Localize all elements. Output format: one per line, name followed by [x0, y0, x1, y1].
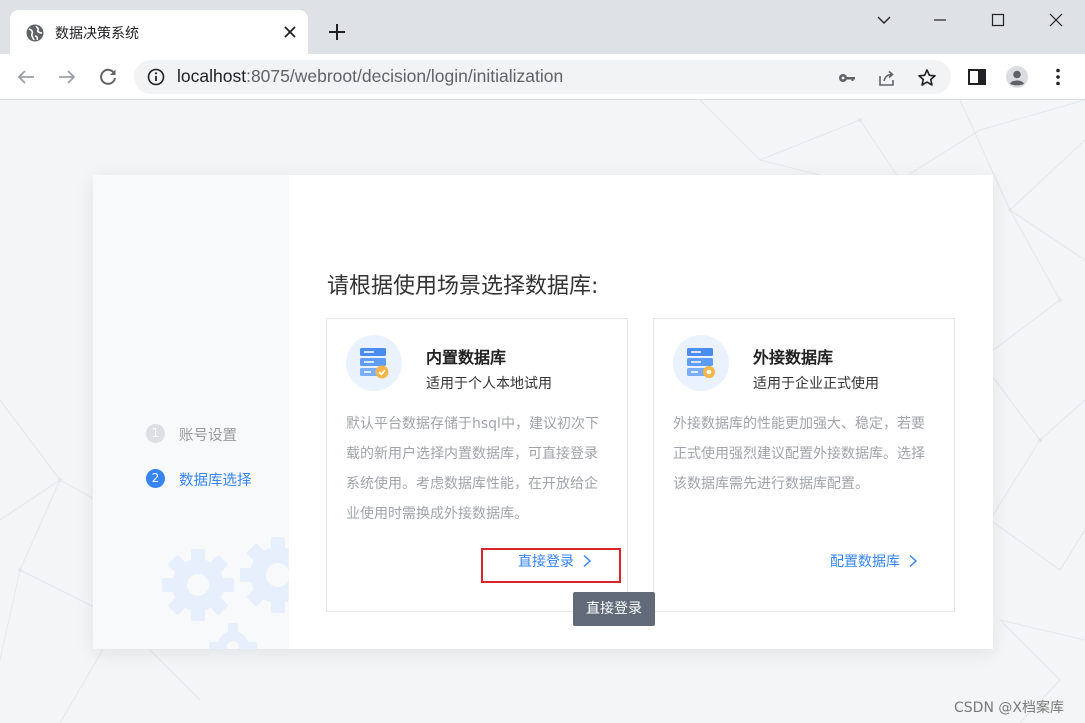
- card-subtitle: 适用于个人本地试用: [426, 376, 552, 392]
- url-host: localhost: [177, 66, 247, 86]
- key-icon[interactable]: [837, 68, 857, 88]
- tab-title: 数据决策系统: [55, 26, 139, 42]
- new-tab-plus-icon[interactable]: [326, 21, 348, 43]
- browser-tab[interactable]: 数据决策系统: [10, 10, 308, 54]
- star-icon[interactable]: [917, 68, 937, 88]
- tooltip: 直接登录: [573, 592, 655, 626]
- reload-icon[interactable]: [96, 65, 120, 89]
- profile-icon[interactable]: [1005, 65, 1029, 89]
- card-subtitle: 适用于企业正式使用: [753, 376, 879, 392]
- menu-dots-icon[interactable]: [1046, 65, 1070, 89]
- page-content: 1 账号设置 2 数据库选择 请根据使用场景选择数据库: 内置数据库 适用于个人…: [0, 100, 1085, 723]
- page-title: 请根据使用场景选择数据库:: [327, 274, 599, 299]
- setup-panel: 1 账号设置 2 数据库选择 请根据使用场景选择数据库: 内置数据库 适用于个人…: [93, 175, 993, 649]
- steps-sidebar: 1 账号设置 2 数据库选择: [93, 175, 289, 649]
- card-description: 外接数据库的性能更加强大、稳定，若要正式使用强烈建议配置外接数据库。选择该数据库…: [673, 416, 925, 492]
- database-icon: [346, 335, 402, 391]
- step-label: 数据库选择: [179, 473, 252, 489]
- window-close-icon[interactable]: [1044, 8, 1068, 32]
- url-text[interactable]: localhost:8075/webroot/decision/login/in…: [177, 66, 563, 87]
- step-number: 1: [146, 424, 165, 443]
- database-icon: [673, 335, 729, 391]
- step-number: 2: [146, 469, 165, 488]
- url-path: :8075/webroot/decision/login/initializat…: [246, 66, 564, 86]
- share-icon[interactable]: [877, 68, 897, 88]
- card-description: 默认平台数据存储于hsql中，建议初次下载的新用户选择内置数据库，可直接登录系统…: [346, 416, 599, 522]
- browser-toolbar: localhost:8075/webroot/decision/login/in…: [0, 54, 1085, 100]
- browser-titlebar: 数据决策系统: [0, 0, 1085, 54]
- watermark: CSDN @X档案库: [954, 700, 1064, 716]
- side-panel-icon[interactable]: [965, 65, 989, 89]
- card-title: 内置数据库: [426, 348, 507, 367]
- gear-decoration-icon: [162, 537, 289, 649]
- address-bar[interactable]: localhost:8075/webroot/decision/login/in…: [134, 60, 951, 94]
- configure-database-label: 配置数据库: [830, 554, 900, 570]
- forward-arrow-icon[interactable]: [55, 65, 79, 89]
- tab-close-icon[interactable]: [280, 22, 300, 42]
- builtin-database-card[interactable]: 内置数据库 适用于个人本地试用 默认平台数据存储于hsql中，建议初次下载的新用…: [326, 318, 628, 612]
- external-database-card[interactable]: 外接数据库 适用于企业正式使用 外接数据库的性能更加强大、稳定，若要正式使用强烈…: [653, 318, 955, 612]
- chevron-down-icon[interactable]: [872, 8, 896, 32]
- back-arrow-icon[interactable]: [14, 65, 38, 89]
- step-label: 账号设置: [179, 428, 237, 444]
- highlight-box: [481, 548, 621, 583]
- chevron-right-icon: [909, 554, 918, 568]
- minimize-icon[interactable]: [928, 8, 952, 32]
- maximize-icon[interactable]: [986, 8, 1010, 32]
- info-icon[interactable]: [147, 68, 165, 86]
- card-title: 外接数据库: [753, 348, 834, 367]
- globe-icon: [26, 24, 44, 42]
- configure-database-link[interactable]: 配置数据库: [830, 551, 918, 571]
